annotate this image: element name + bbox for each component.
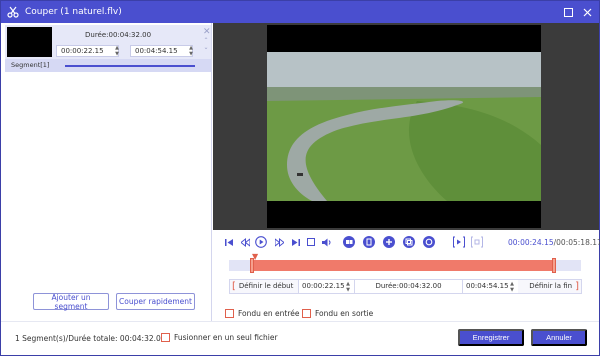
segment-range-line: [65, 65, 195, 67]
close-button[interactable]: [580, 5, 594, 19]
playback-controls: [223, 235, 483, 249]
scissors-icon: [7, 6, 19, 18]
copy-segment-icon[interactable]: [343, 236, 355, 248]
segment-label: Segment[1]: [11, 61, 50, 69]
quick-cut-button[interactable]: Couper rapidement: [116, 293, 195, 310]
jump-to-end-icon[interactable]: [471, 236, 483, 248]
edit-row: [ Définir le début 00:00:22.15 ▲ ▼ Durée:…: [229, 279, 582, 294]
bracket-open-icon: [: [232, 281, 236, 292]
segment-thumbnail: [7, 27, 52, 57]
edit-duration: Durée:00:04:32.00: [354, 280, 462, 293]
selected-range: [251, 260, 556, 271]
save-button[interactable]: Enregistrer: [458, 329, 524, 346]
reset-icon[interactable]: [423, 236, 435, 248]
set-end-label: Définir la fin: [529, 282, 573, 290]
rewind-icon[interactable]: [239, 236, 251, 248]
time-readout: 00:00:24.15/00:05:18.17: [508, 238, 600, 247]
fast-forward-icon[interactable]: [273, 236, 285, 248]
segment-delete-icon[interactable]: ✕: [203, 28, 211, 37]
fade-in-label: Fondu en entrée: [238, 308, 300, 318]
stop-icon[interactable]: [305, 236, 317, 248]
fade-out-option[interactable]: Fondu en sortie: [302, 307, 373, 319]
segment-end-field[interactable]: 00:04:54.15: [130, 45, 193, 57]
segment-summary: 1 Segment(s)/Durée totale: 00:04:32.00: [15, 334, 166, 343]
merge-label: Fusionner en un seul fichier: [174, 333, 278, 342]
video-preview-area: [213, 23, 599, 230]
fade-in-option[interactable]: Fondu en entrée: [225, 307, 300, 319]
end-handle[interactable]: [552, 258, 556, 273]
current-time: 00:00:24.15: [508, 238, 554, 247]
fade-out-label: Fondu en sortie: [315, 308, 374, 318]
segment-label-row: Segment[1]: [5, 59, 211, 72]
duplicate-icon[interactable]: [403, 236, 415, 248]
start-time-stepper[interactable]: ▲ ▼: [344, 281, 352, 293]
merge-option[interactable]: Fusionner en un seul fichier: [161, 333, 278, 342]
cancel-button[interactable]: Annuler: [531, 329, 587, 346]
total-time: /00:05:18.17: [553, 238, 600, 247]
playhead-marker[interactable]: ▼: [252, 253, 258, 261]
set-start-button[interactable]: [ Définir le début: [232, 280, 298, 293]
skip-start-icon[interactable]: [223, 236, 235, 248]
skip-end-icon[interactable]: [289, 236, 301, 248]
add-segment-button[interactable]: Ajouter un segment: [33, 293, 109, 311]
add-icon[interactable]: [383, 236, 395, 248]
segment-reorder-icon[interactable]: ⌃ ⌄: [202, 37, 210, 51]
segment-start-field[interactable]: 00:00:22.15: [56, 45, 119, 57]
split-icon[interactable]: [363, 236, 375, 248]
maximize-button[interactable]: [561, 5, 575, 19]
jump-to-start-icon[interactable]: [453, 236, 465, 248]
segment-panel: Durée:00:04:32.00 00:00:22.15 ▲ ▼ 00:04:5…: [1, 23, 212, 321]
video-frame[interactable]: [267, 25, 541, 228]
segment-end-stepper[interactable]: ▲ ▼: [187, 45, 195, 57]
cut-dialog: Couper (1 naturel.flv) Durée:00:04:32.00…: [0, 0, 600, 356]
end-time-stepper[interactable]: ▲ ▼: [508, 281, 516, 293]
segment-start-stepper[interactable]: ▲ ▼: [113, 45, 121, 57]
set-end-button[interactable]: Définir la fin ]: [522, 280, 582, 293]
fade-in-checkbox[interactable]: [225, 308, 234, 318]
title-bar: Couper (1 naturel.flv): [1, 1, 599, 23]
volume-icon[interactable]: [321, 236, 333, 248]
fade-out-checkbox[interactable]: [302, 308, 311, 318]
bracket-close-icon: ]: [575, 281, 579, 292]
merge-checkbox[interactable]: [161, 333, 170, 342]
play-icon[interactable]: [255, 236, 267, 248]
set-start-label: Définir le début: [238, 282, 294, 290]
footer: 1 Segment(s)/Durée totale: 00:04:32.00 F…: [1, 321, 599, 355]
window-title: Couper (1 naturel.flv): [25, 7, 122, 17]
segment-duration: Durée:00:04:32.00: [85, 31, 152, 39]
